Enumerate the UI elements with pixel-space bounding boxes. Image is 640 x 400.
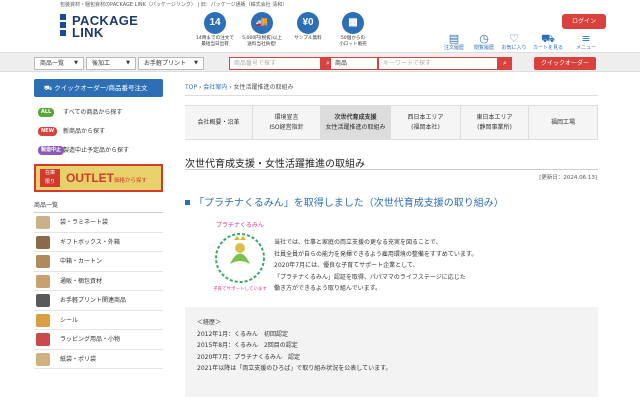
feature-0: 14 14時までの注文で 最短当日出荷	[193, 12, 237, 47]
chevron-down-icon: ▼	[74, 60, 78, 66]
header-viewed-link[interactable]: ◷ 閲覧履歴	[468, 32, 500, 51]
keyword-category-select[interactable]: 商品	[330, 57, 378, 70]
site-tagline: 包装資材・梱包資材のPACKAGE LINK（パッケージリンク） | 旧：パッケ…	[60, 2, 288, 8]
product-code-input[interactable]: 商品番号で探す	[229, 57, 321, 70]
sidebar-link-0[interactable]: ALL すべての商品から探す	[34, 103, 163, 122]
heart-icon: ♡	[509, 32, 519, 45]
cart-icon: ⛟	[541, 32, 555, 45]
category-item[interactable]: ギフトボックス・外箱	[34, 233, 163, 252]
section-heading: 「プラチナくるみん」を取得しました（次世代育成支援の取り組み）	[185, 194, 504, 209]
outlet-badge: 在庫 限り	[40, 169, 60, 187]
history-icon: ▤	[448, 32, 460, 45]
quick-order-button[interactable]: クイックオーダー	[534, 57, 596, 70]
category-thumbnail	[36, 352, 50, 366]
login-button[interactable]: ログイン	[562, 14, 606, 29]
breadcrumb-top-link[interactable]: TOP	[185, 84, 197, 91]
header-cart-link[interactable]: ⛟ カートを見る	[532, 32, 564, 51]
cart-icon: ⛟	[44, 84, 55, 92]
header-heart-link[interactable]: ♡ お気に入り	[498, 32, 530, 51]
search-icon: ⌕	[503, 59, 507, 67]
category-thumbnail	[36, 333, 50, 346]
keyword-search-input[interactable]: キーワードで探す	[378, 57, 498, 70]
emblem-title: プラチナくるみん	[216, 222, 264, 229]
header-menu-link[interactable]: ≡ メニュー	[570, 32, 602, 51]
platinum-kurumin-emblem: プラチナくるみん 子育てサポートしています	[213, 222, 267, 292]
sidebar: ⛟ クイックオーダー/商品番号注文 ALL すべての商品から探す NEW 新商品…	[34, 79, 163, 369]
tab-3[interactable]: 西日本エリア (福岡本社)	[391, 106, 461, 140]
category-thumbnail	[36, 313, 50, 327]
sidebar-link-2[interactable]: 製造中止 製造中止予定品から探す	[34, 141, 163, 160]
chevron-down-icon: ▼	[194, 60, 198, 66]
category-heading: 商品一覧	[34, 200, 163, 213]
category-item[interactable]: 中箱・カートン	[34, 252, 163, 272]
truck-icon: 🚚	[251, 12, 273, 34]
category-item[interactable]: お手軽プリント関連商品	[34, 291, 163, 311]
category-item[interactable]: 袋・ラミネート袋	[34, 213, 163, 233]
clock-icon: 14	[204, 12, 226, 34]
tab-0[interactable]: 会社概要・沿革	[185, 106, 253, 140]
category-thumbnail	[36, 274, 50, 288]
breadcrumb: TOP › 会社案内 › 女性活躍推進の取組み	[185, 80, 598, 96]
update-date: [更新日：2024.06.13]	[539, 175, 597, 181]
sidebar-quick-order-button[interactable]: ⛟ クイックオーダー/商品番号注文	[34, 79, 163, 97]
box-icon: ▦	[342, 12, 364, 34]
tab-4[interactable]: 東日本エリア (静岡事業所)	[461, 106, 529, 140]
feature-1: 🚚 5,000円(税抜)以上 送料当社負担!	[240, 12, 284, 47]
feature-2: ¥0 サンプル無料	[286, 12, 330, 42]
category-item[interactable]: シール	[34, 311, 163, 330]
feature-3: ▦ 50個からの 小ロット販売	[331, 12, 375, 47]
tab-1[interactable]: 環境宣言 ISO経営指針	[253, 106, 321, 140]
page-title: 次世代育成支援・女性活躍推進の取組み	[185, 159, 365, 170]
sidebar-badge: 製造中止	[38, 146, 65, 155]
category-item[interactable]: 紙袋・ポリ袋	[34, 350, 163, 369]
history-box: ＜経歴＞ 2012年1月：くるみん 初回認定 2015年8月：くるみん 2回目の…	[185, 307, 598, 397]
sidebar-badge: NEW	[38, 127, 58, 136]
menu-icon: ≡	[581, 32, 591, 45]
logo-text: PACKAGE LINK	[72, 13, 139, 40]
emblem-subtitle: 子育てサポートしています	[213, 285, 267, 292]
breadcrumb-current: 女性活躍推進の取組み	[233, 84, 294, 91]
keyword-search-button[interactable]: ⌕	[498, 57, 512, 70]
post-processing-menu[interactable]: 後加工 ▼	[86, 57, 136, 70]
tab-2[interactable]: 次世代育成支援 女性活躍推進の取組み	[321, 106, 391, 140]
sidebar-badge: ALL	[38, 108, 55, 117]
category-thumbnail	[36, 235, 50, 249]
yen-icon: ¥0	[297, 12, 319, 34]
content-body: 当社では、仕事と家庭の両立支援の更なる充実を図ることで、 社員全員が自らの能力を…	[274, 239, 478, 292]
product-list-menu[interactable]: 商品一覧 ▼	[34, 57, 84, 70]
tab-5[interactable]: 福岡工場	[529, 106, 598, 140]
category-item[interactable]: ラッピング用品・小物	[34, 330, 163, 350]
breadcrumb-company-link[interactable]: 会社案内	[203, 84, 227, 91]
easy-print-menu[interactable]: お手軽プリント ▼	[138, 57, 204, 70]
category-item[interactable]: 通販・梱包資材	[34, 272, 163, 291]
outlet-banner[interactable]: 在庫 限り OUTLET価格から探す	[34, 164, 163, 192]
category-thumbnail	[36, 216, 50, 229]
company-tabs: 会社概要・沿革 環境宣言 ISO経営指針 次世代育成支援 女性活躍推進の取組み 西日…	[185, 105, 598, 140]
category-thumbnail	[36, 255, 50, 268]
header-history-link[interactable]: ▤ 注文履歴	[438, 32, 470, 51]
chevron-down-icon: ▼	[126, 60, 130, 66]
category-thumbnail	[36, 294, 50, 307]
sidebar-link-1[interactable]: NEW 新商品から探す	[34, 122, 163, 141]
viewed-icon: ◷	[479, 32, 489, 45]
